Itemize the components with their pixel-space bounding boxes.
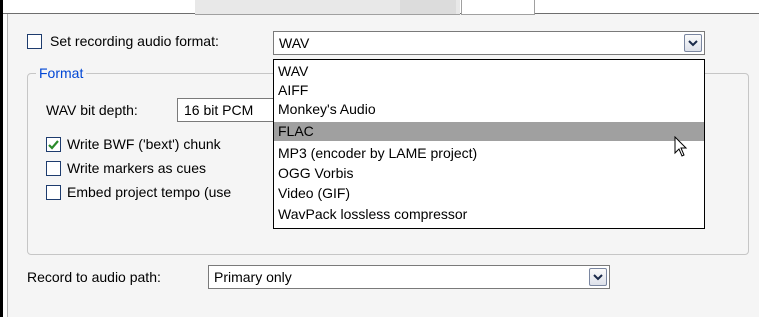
wav-bit-depth-value: 16 bit PCM	[184, 102, 254, 118]
check-icon	[48, 139, 59, 150]
dropdown-option-aiff[interactable]: AIFF	[274, 81, 704, 100]
window-edge	[0, 0, 3, 317]
chevron-down-icon[interactable]	[684, 34, 702, 52]
write-bwf-checkbox[interactable]	[46, 137, 61, 152]
write-markers-checkbox[interactable]	[46, 161, 61, 176]
embed-tempo-checkbox[interactable]	[46, 185, 61, 200]
embed-tempo-label: Embed project tempo (use	[67, 184, 232, 200]
dropdown-option-wav[interactable]: WAV	[274, 62, 704, 81]
format-group-title: Format	[36, 64, 87, 82]
write-markers-label: Write markers as cues	[67, 160, 206, 176]
dropdown-option-flac[interactable]: FLAC	[274, 122, 704, 141]
dropdown-option-video-gif[interactable]: Video (GIF)	[274, 184, 704, 203]
dropdown-option-mp3[interactable]: MP3 (encoder by LAME project)	[274, 144, 704, 163]
set-recording-format-label: Set recording audio format:	[50, 33, 219, 49]
record-path-label: Record to audio path:	[27, 269, 161, 285]
mouse-pointer-icon	[674, 136, 688, 157]
record-path-value: Primary only	[214, 269, 292, 285]
dropdown-option-ogg-vorbis[interactable]: OGG Vorbis	[274, 164, 704, 183]
recording-format-select[interactable]: WAV	[273, 31, 705, 55]
format-dropdown-list[interactable]: WAV AIFF Monkey's Audio FLAC MP3 (encode…	[273, 59, 705, 229]
chevron-down-icon[interactable]	[589, 268, 607, 286]
dropdown-option-monkeys-audio[interactable]: Monkey's Audio	[274, 100, 704, 119]
recording-format-value: WAV	[279, 35, 310, 51]
dropdown-option-wavpack[interactable]: WavPack lossless compressor	[274, 205, 704, 224]
wav-bit-depth-label: WAV bit depth:	[46, 102, 138, 118]
record-path-select[interactable]: Primary only	[208, 265, 610, 289]
partial-field-above[interactable]	[461, 0, 535, 15]
set-recording-format-checkbox[interactable]	[27, 34, 42, 49]
write-bwf-label: Write BWF ('bext') chunk	[67, 136, 221, 152]
partial-control-above-dark	[400, 0, 456, 14]
wav-bit-depth-select[interactable]: 16 bit PCM	[177, 98, 287, 122]
